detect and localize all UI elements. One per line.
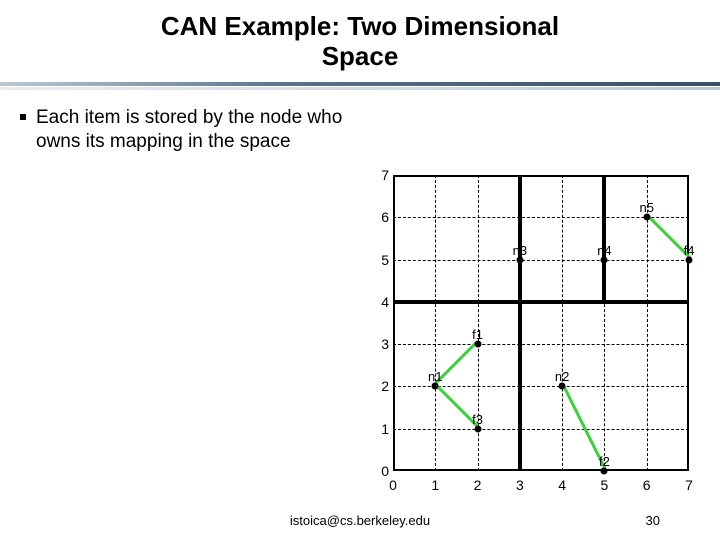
node-label: n5 — [639, 200, 653, 215]
content-area: Each item is stored by the node who owns… — [0, 90, 720, 154]
y-tick: 7 — [367, 167, 389, 183]
zone-border — [393, 302, 520, 471]
x-tick: 2 — [474, 477, 482, 493]
y-tick: 6 — [367, 209, 389, 225]
zone-border — [520, 302, 689, 471]
title-underline — [0, 82, 720, 90]
x-tick: 5 — [601, 477, 609, 493]
page-number: 30 — [646, 513, 660, 528]
bullet-marker — [20, 114, 26, 120]
x-tick: 0 — [389, 477, 397, 493]
y-tick: 3 — [367, 336, 389, 352]
y-tick: 4 — [367, 294, 389, 310]
slide-title: CAN Example: Two Dimensional Space — [0, 0, 720, 72]
item-label: f2 — [599, 454, 610, 469]
zone-border — [520, 175, 605, 302]
bullet-text: Each item is stored by the node who owns… — [36, 106, 380, 154]
chart-grid: 0123456701234567n1n2n3n4n5f1f2f3f4 — [393, 175, 689, 471]
y-tick: 2 — [367, 378, 389, 394]
coordinate-chart: 0123456701234567n1n2n3n4n5f1f2f3f4 — [365, 175, 695, 475]
item-label: f4 — [684, 243, 695, 258]
title-line-2: Space — [322, 41, 399, 71]
node-label: n2 — [555, 369, 569, 384]
item-label: f3 — [472, 412, 483, 427]
x-tick: 4 — [558, 477, 566, 493]
x-tick: 3 — [516, 477, 524, 493]
node-label: n1 — [428, 369, 442, 384]
node-label: n4 — [597, 243, 611, 258]
item-label: f1 — [472, 327, 483, 342]
x-tick: 7 — [685, 477, 693, 493]
x-tick: 6 — [643, 477, 651, 493]
bullet-item: Each item is stored by the node who owns… — [20, 106, 380, 154]
zone-border — [604, 175, 689, 302]
node-label: n3 — [513, 243, 527, 258]
y-tick: 5 — [367, 252, 389, 268]
y-tick: 1 — [367, 421, 389, 437]
title-line-1: CAN Example: Two Dimensional — [161, 11, 559, 41]
footer-email: istoica@cs.berkeley.edu — [0, 513, 720, 528]
y-tick: 0 — [367, 463, 389, 479]
x-tick: 1 — [431, 477, 439, 493]
zone-border — [393, 175, 520, 302]
